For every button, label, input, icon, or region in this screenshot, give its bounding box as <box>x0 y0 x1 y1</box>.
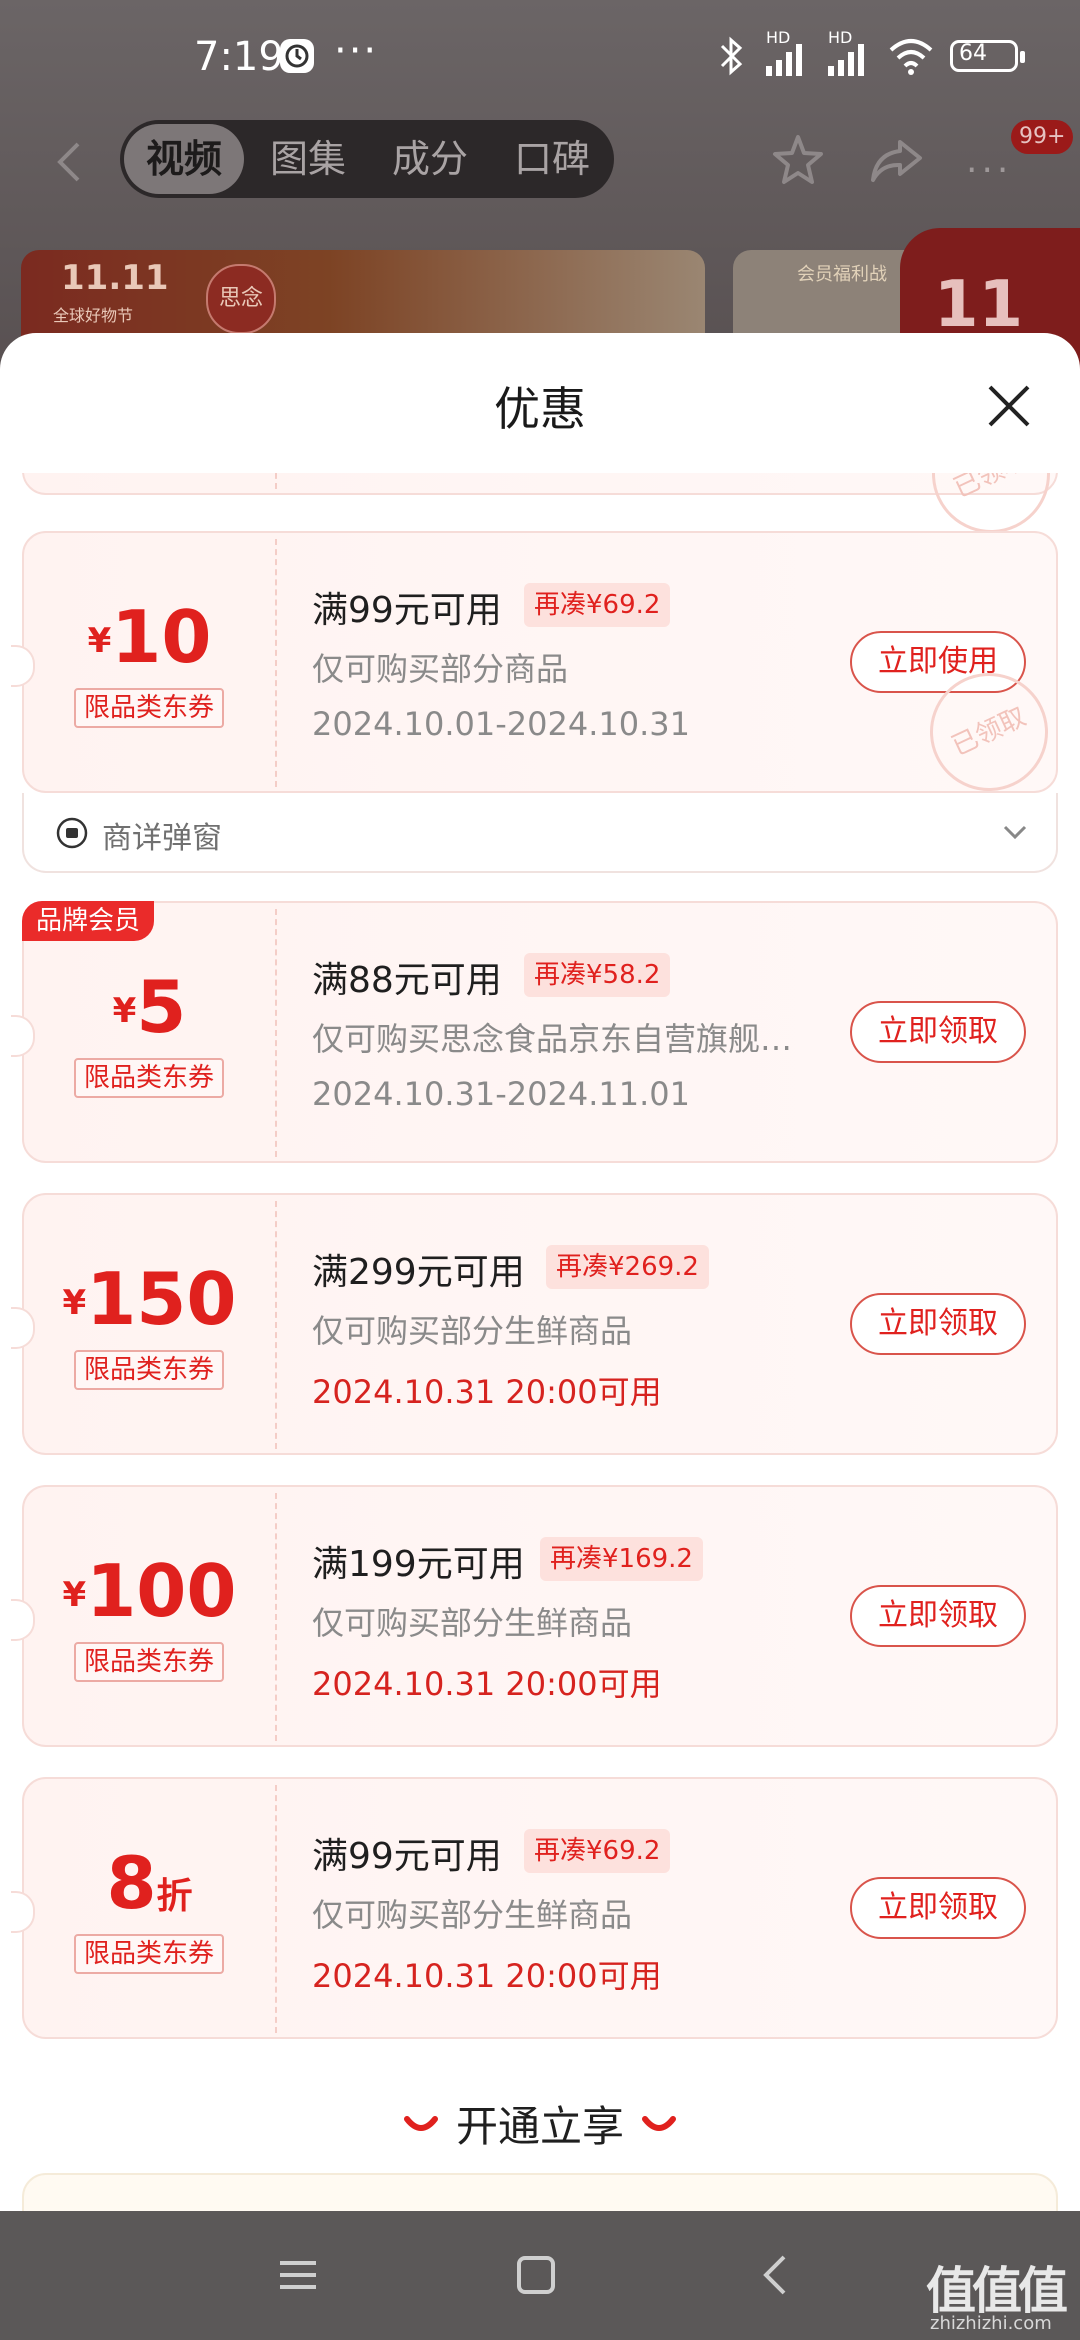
status-time: 7:19 <box>194 34 284 80</box>
coupon-divider <box>275 909 277 1157</box>
claim-now-button[interactable]: 立即领取 <box>850 1293 1026 1355</box>
close-icon[interactable] <box>984 381 1034 431</box>
back-arrow-icon[interactable] <box>52 140 88 184</box>
open-membership-row[interactable]: 开通立享 <box>0 2093 1080 2153</box>
coupon-condition: 满88元可用 <box>312 960 502 1001</box>
coupon-amount: 8折 <box>106 1841 193 1925</box>
coupon-divider <box>275 539 277 787</box>
battery-level: 64 <box>959 41 987 66</box>
signal-icon-1 <box>766 44 802 76</box>
media-tabs: 视频 图集 成分 口碑 <box>120 120 614 198</box>
chevron-down-icon[interactable] <box>1000 819 1030 845</box>
coupon-card: ¥10 限品类东券 满99元可用 再凑¥69.2 仅可购买部分商品 2024.1… <box>11 531 1068 811</box>
coupon-type-label: 限品类东券 <box>74 1058 224 1098</box>
wifi-icon <box>889 39 933 75</box>
gap-badge: 再凑¥269.2 <box>546 1245 709 1289</box>
coupon-scope: 仅可购买部分商品 <box>312 650 569 688</box>
coupon-type-label: 限品类东券 <box>74 688 224 728</box>
claim-now-button[interactable]: 立即领取 <box>850 1001 1026 1063</box>
coupon-card: ¥100 限品类东券 满199元可用 再凑¥169.2 仅可购买部分生鲜商品 2… <box>11 1485 1058 1747</box>
coupon-validity: 2024.10.31 20:00可用 <box>312 1665 662 1703</box>
coupon-condition: 满99元可用 <box>312 1836 502 1877</box>
coupon-divider <box>275 1785 277 2033</box>
brand-logo: 思念 <box>206 264 276 334</box>
coupon-condition: 满99元可用 <box>312 590 502 631</box>
coupon-divider <box>275 1493 277 1741</box>
clock-icon <box>280 39 314 73</box>
battery-icon: 64 <box>950 40 1025 72</box>
coupon-type-label: 限品类东券 <box>74 1934 224 1974</box>
coupon-validity: 2024.10.01-2024.10.31 <box>312 705 690 743</box>
coupon-validity: 2024.10.31-2024.11.01 <box>312 1075 690 1113</box>
coupon-divider <box>275 1201 277 1449</box>
gap-badge: 再凑¥69.2 <box>524 583 671 627</box>
coupon-card: ¥150 限品类东券 满299元可用 再凑¥269.2 仅可购买部分生鲜商品 2… <box>11 1193 1058 1455</box>
status-bar: 7:19 ··· HD HD 64 <box>0 0 1080 115</box>
coupon-type-label: 限品类东券 <box>74 1350 224 1390</box>
gap-badge: 再凑¥58.2 <box>524 953 671 997</box>
store-icon <box>56 817 88 849</box>
open-membership-label: 开通立享 <box>455 2102 624 2151</box>
tab-gallery[interactable]: 图集 <box>250 120 366 198</box>
brand-member-tag: 品牌会员 <box>22 901 155 941</box>
coupon-scope: 仅可购买部分生鲜商品 <box>312 1312 633 1350</box>
coupon-condition: 满199元可用 <box>312 1544 525 1585</box>
back-icon[interactable] <box>760 2253 788 2297</box>
detail-popup-row[interactable]: 商详弹窗 <box>22 793 1058 873</box>
signal-icon-2 <box>828 44 864 76</box>
favorite-star-icon[interactable] <box>770 132 826 188</box>
coupon-validity: 2024.10.31 20:00可用 <box>312 1373 662 1411</box>
left-arc-icon <box>403 2116 438 2131</box>
coupon-amount: ¥10 <box>87 595 212 679</box>
menu-icon[interactable] <box>278 2255 318 2295</box>
claim-now-button[interactable]: 立即领取 <box>850 1877 1026 1939</box>
coupon-card: 品牌会员 ¥5 限品类东券 满88元可用 再凑¥58.2 仅可购买思念食品京东自… <box>11 901 1058 1163</box>
coupon-list: 已领取 ¥10 限品类东券 满99元可用 再凑¥69.2 仅可购买部分商品 20… <box>0 473 1080 2211</box>
coupon-amount: ¥150 <box>62 1257 237 1341</box>
watermark-url: zhizhizhi.com <box>930 2313 1052 2334</box>
coupon-divider <box>275 473 277 489</box>
coupon-scope: 仅可购买思念食品京东自营旗舰… <box>312 1020 793 1058</box>
coupon-amount: ¥5 <box>112 965 187 1049</box>
tab-reviews[interactable]: 口碑 <box>494 120 610 198</box>
sheet-title: 优惠 <box>494 382 586 436</box>
event-subtitle: 全球好物节 <box>53 306 134 325</box>
detail-popup-label: 商详弹窗 <box>102 821 222 856</box>
bluetooth-icon <box>720 36 743 76</box>
more-options-icon[interactable]: ··· <box>966 150 1012 191</box>
coupon-amount: ¥100 <box>62 1549 237 1633</box>
coupon-card-partial: 已领取 <box>22 473 1070 553</box>
message-badge: 99+ <box>1011 120 1074 154</box>
coupon-validity: 2024.10.31 20:00可用 <box>312 1957 662 1995</box>
coupon-card-partial <box>22 2173 1058 2211</box>
status-more-icon: ··· <box>334 28 379 74</box>
promo-logo: 11 <box>934 268 1024 342</box>
coupon-type-label: 限品类东券 <box>74 1642 224 1682</box>
coupon-card: 8折 限品类东券 满99元可用 再凑¥69.2 仅可购买部分生鲜商品 2024.… <box>11 1777 1058 2039</box>
coupon-scope: 仅可购买部分生鲜商品 <box>312 1604 633 1642</box>
coupon-sheet: 优惠 已领取 ¥10 限品类东券 满99元可用 再凑¥69.2 仅可购买部分商品… <box>0 333 1080 2211</box>
tab-ingredients[interactable]: 成分 <box>372 120 488 198</box>
right-arc-icon <box>642 2116 676 2131</box>
member-benefit-label: 会员福利战 <box>797 264 887 285</box>
share-icon[interactable] <box>868 136 924 186</box>
gap-badge: 再凑¥169.2 <box>540 1537 703 1581</box>
gap-badge: 再凑¥69.2 <box>524 1829 671 1873</box>
coupon-condition: 满299元可用 <box>312 1252 525 1293</box>
event-logo: 11.11 <box>61 258 169 298</box>
system-nav-bar: 值值值 zhizhizhi.com <box>0 2211 1080 2340</box>
claim-now-button[interactable]: 立即领取 <box>850 1585 1026 1647</box>
tab-video[interactable]: 视频 <box>124 124 244 194</box>
coupon-scope: 仅可购买部分生鲜商品 <box>312 1896 633 1934</box>
home-icon[interactable] <box>516 2255 556 2295</box>
